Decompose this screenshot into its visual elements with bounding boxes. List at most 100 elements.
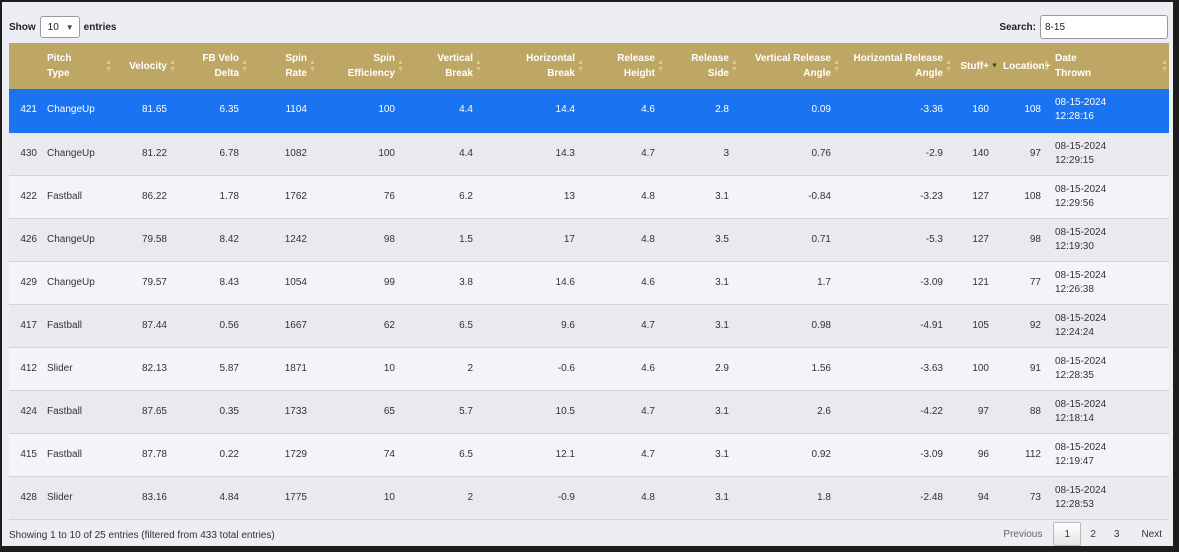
column-header-velocity[interactable]: Velocity ▲ ▼ — [113, 43, 177, 89]
sort-icon: ▲ ▼ — [1161, 59, 1168, 73]
cell-release-height: 4.8 — [641, 233, 655, 245]
page-length-select[interactable]: 10 ▼ — [39, 16, 80, 38]
sort-desc-icon: ▼ — [991, 62, 998, 70]
cell-velocity: 82.13 — [141, 362, 167, 374]
cell-release-height: 4.8 — [641, 491, 655, 503]
date-value: 08-15-2024 — [1055, 269, 1107, 281]
search-input[interactable] — [1040, 15, 1168, 39]
column-header-label: Angle — [915, 68, 943, 79]
cell-vertical-break: 5.7 — [459, 405, 473, 417]
table-row[interactable]: 426 ChangeUp 79.58 8.42 1242 98 1.5 17 4.8 3.5 0.7… — [9, 218, 1169, 261]
cell-spin-efficiency: 62 — [383, 319, 395, 331]
cell-id: 429 — [20, 276, 37, 288]
page-length-control: Show 10 ▼ entries — [9, 16, 116, 38]
column-header-date[interactable]: Date Thrown ▲ ▼ — [1051, 43, 1169, 89]
cell-horizontal-release-angle: -3.36 — [920, 104, 943, 116]
cell-vertical-release-angle: 1.56 — [811, 362, 831, 374]
column-header-label: Horizontal — [526, 53, 575, 64]
cell-location-plus: 112 — [1025, 448, 1041, 460]
sort-icon: ▲ ▼ — [731, 59, 738, 73]
table-row[interactable]: 430 ChangeUp 81.22 6.78 1082 100 4.4 14.3 4.7 3 0.… — [9, 132, 1169, 175]
pitch-data-table: Pitch Type ▲ ▼ Velocity ▲ ▼ FB Velo Delta ▲ ▼ Spin R… — [9, 43, 1169, 520]
column-header-pitch-type[interactable]: Pitch Type ▲ ▼ — [43, 43, 113, 89]
show-label: Show — [9, 21, 36, 33]
cell-date: 08-15-2024 12:28:35 — [1051, 347, 1169, 390]
column-header-vertical-release-angle[interactable]: Vertical Release Angle ▲ ▼ — [739, 43, 841, 89]
table-row[interactable]: 412 Slider 82.13 5.87 1871 10 2 -0.6 4.6 2.9 1.56 -… — [9, 347, 1169, 390]
table-row[interactable]: 415 Fastball 87.78 0.22 1729 74 6.5 12.1 4.7 3.1 0… — [9, 433, 1169, 476]
cell-vertical-release-angle: 1.8 — [817, 491, 831, 503]
time-value: 12:19:47 — [1055, 455, 1094, 467]
date-value: 08-15-2024 — [1055, 355, 1107, 367]
cell-spin-efficiency: 100 — [378, 147, 395, 159]
page-button-2[interactable]: 2 — [1081, 522, 1105, 546]
sort-icon: ▲ ▼ — [833, 59, 840, 73]
cell-spin-rate: 1775 — [284, 491, 307, 503]
table-row[interactable]: 424 Fastball 87.65 0.35 1733 65 5.7 10.5 4.7 3.1 2… — [9, 390, 1169, 433]
cell-pitch-type: ChangeUp — [47, 104, 95, 116]
cell-vertical-release-angle: 0.71 — [811, 233, 831, 245]
cell-location-plus: 77 — [1029, 276, 1041, 288]
column-header-location-plus[interactable]: Location+ ▲ ▼ — [999, 43, 1051, 89]
cell-spin-efficiency: 74 — [383, 448, 395, 460]
cell-horizontal-break: 14.3 — [555, 147, 575, 159]
table-row[interactable]: 417 Fastball 87.44 0.56 1667 62 6.5 9.6 4.7 3.1 0.… — [9, 304, 1169, 347]
cell-spin-efficiency: 76 — [383, 190, 395, 202]
column-header-label: Height — [623, 68, 655, 79]
page-button-1[interactable]: 1 — [1053, 522, 1082, 546]
sort-icon: ▲ ▼ — [241, 59, 248, 73]
cell-release-side: 3.5 — [715, 233, 729, 245]
table-row[interactable]: 428 Slider 83.16 4.84 1775 10 2 -0.9 4.8 3.1 1.8 -2… — [9, 476, 1169, 519]
entries-label: entries — [83, 21, 117, 33]
cell-id: 421 — [20, 104, 37, 116]
column-header-label: Pitch — [47, 53, 72, 64]
time-value: 12:26:38 — [1055, 283, 1094, 295]
date-value: 08-15-2024 — [1055, 97, 1107, 109]
sort-icon: ▲ ▼ — [169, 59, 176, 73]
cell-vertical-break: 3.8 — [459, 276, 473, 288]
cell-horizontal-break: 17 — [563, 233, 575, 245]
cell-fb-velo-delta: 8.42 — [219, 233, 239, 245]
column-header-spin-rate[interactable]: Spin Rate ▲ ▼ — [249, 43, 317, 89]
page-button-3[interactable]: 3 — [1105, 522, 1129, 546]
table-info: Showing 1 to 10 of 25 entries (filtered … — [9, 530, 275, 541]
cell-id: 417 — [20, 319, 37, 331]
chevron-down-icon: ▼ — [65, 22, 74, 32]
cell-fb-velo-delta: 0.35 — [219, 405, 239, 417]
cell-location-plus: 88 — [1029, 405, 1041, 417]
column-header-horizontal-release-angle[interactable]: Horizontal Release Angle ▲ ▼ — [841, 43, 953, 89]
table-row[interactable]: 422 Fastball 86.22 1.78 1762 76 6.2 13 4.8 3.1 -0.… — [9, 175, 1169, 218]
cell-date: 08-15-2024 12:19:30 — [1051, 218, 1169, 261]
column-header-vertical-break[interactable]: Vertical Break ▲ ▼ — [405, 43, 483, 89]
time-value: 12:28:16 — [1055, 111, 1094, 123]
cell-vertical-break: 4.4 — [459, 104, 473, 116]
column-header-stuff-plus[interactable]: Stuff+ ▼ — [953, 43, 999, 89]
cell-id: 412 — [20, 362, 37, 374]
column-header-label: Thrown — [1055, 68, 1092, 79]
column-header-fb-velo-delta[interactable]: FB Velo Delta ▲ ▼ — [177, 43, 249, 89]
cell-vertical-break: 6.5 — [459, 448, 473, 460]
sort-icon: ▲ ▼ — [657, 59, 664, 73]
cell-release-height: 4.7 — [641, 448, 655, 460]
cell-vertical-break: 1.5 — [459, 233, 473, 245]
next-page-button[interactable]: Next — [1128, 522, 1168, 546]
column-header-label: Type — [47, 68, 70, 79]
column-header-horizontal-break[interactable]: Horizontal Break ▲ ▼ — [483, 43, 585, 89]
cell-spin-rate: 1242 — [284, 233, 307, 245]
cell-release-height: 4.6 — [641, 276, 655, 288]
cell-id: 422 — [20, 190, 37, 202]
cell-horizontal-release-angle: -3.09 — [920, 276, 943, 288]
table-row[interactable]: 429 ChangeUp 79.57 8.43 1054 99 3.8 14.6 4.6 3.1 1… — [9, 261, 1169, 304]
column-header-release-height[interactable]: Release Height ▲ ▼ — [585, 43, 665, 89]
cell-horizontal-break: 12.1 — [555, 448, 575, 460]
cell-pitch-type: Fastball — [47, 405, 83, 417]
cell-spin-efficiency: 98 — [383, 233, 395, 245]
cell-release-side: 2.9 — [715, 362, 729, 374]
column-header-spin-efficiency[interactable]: Spin Efficiency ▲ ▼ — [317, 43, 405, 89]
cell-vertical-release-angle: 1.7 — [817, 276, 831, 288]
cell-vertical-release-angle: 2.6 — [817, 405, 831, 417]
table-row[interactable]: 421 ChangeUp 81.65 6.35 1104 100 4.4 14.4 4.6 2.8… — [9, 89, 1169, 132]
previous-page-button[interactable]: Previous — [1003, 522, 1053, 546]
column-header-release-side[interactable]: Release Side ▲ ▼ — [665, 43, 739, 89]
cell-spin-efficiency: 65 — [383, 405, 395, 417]
